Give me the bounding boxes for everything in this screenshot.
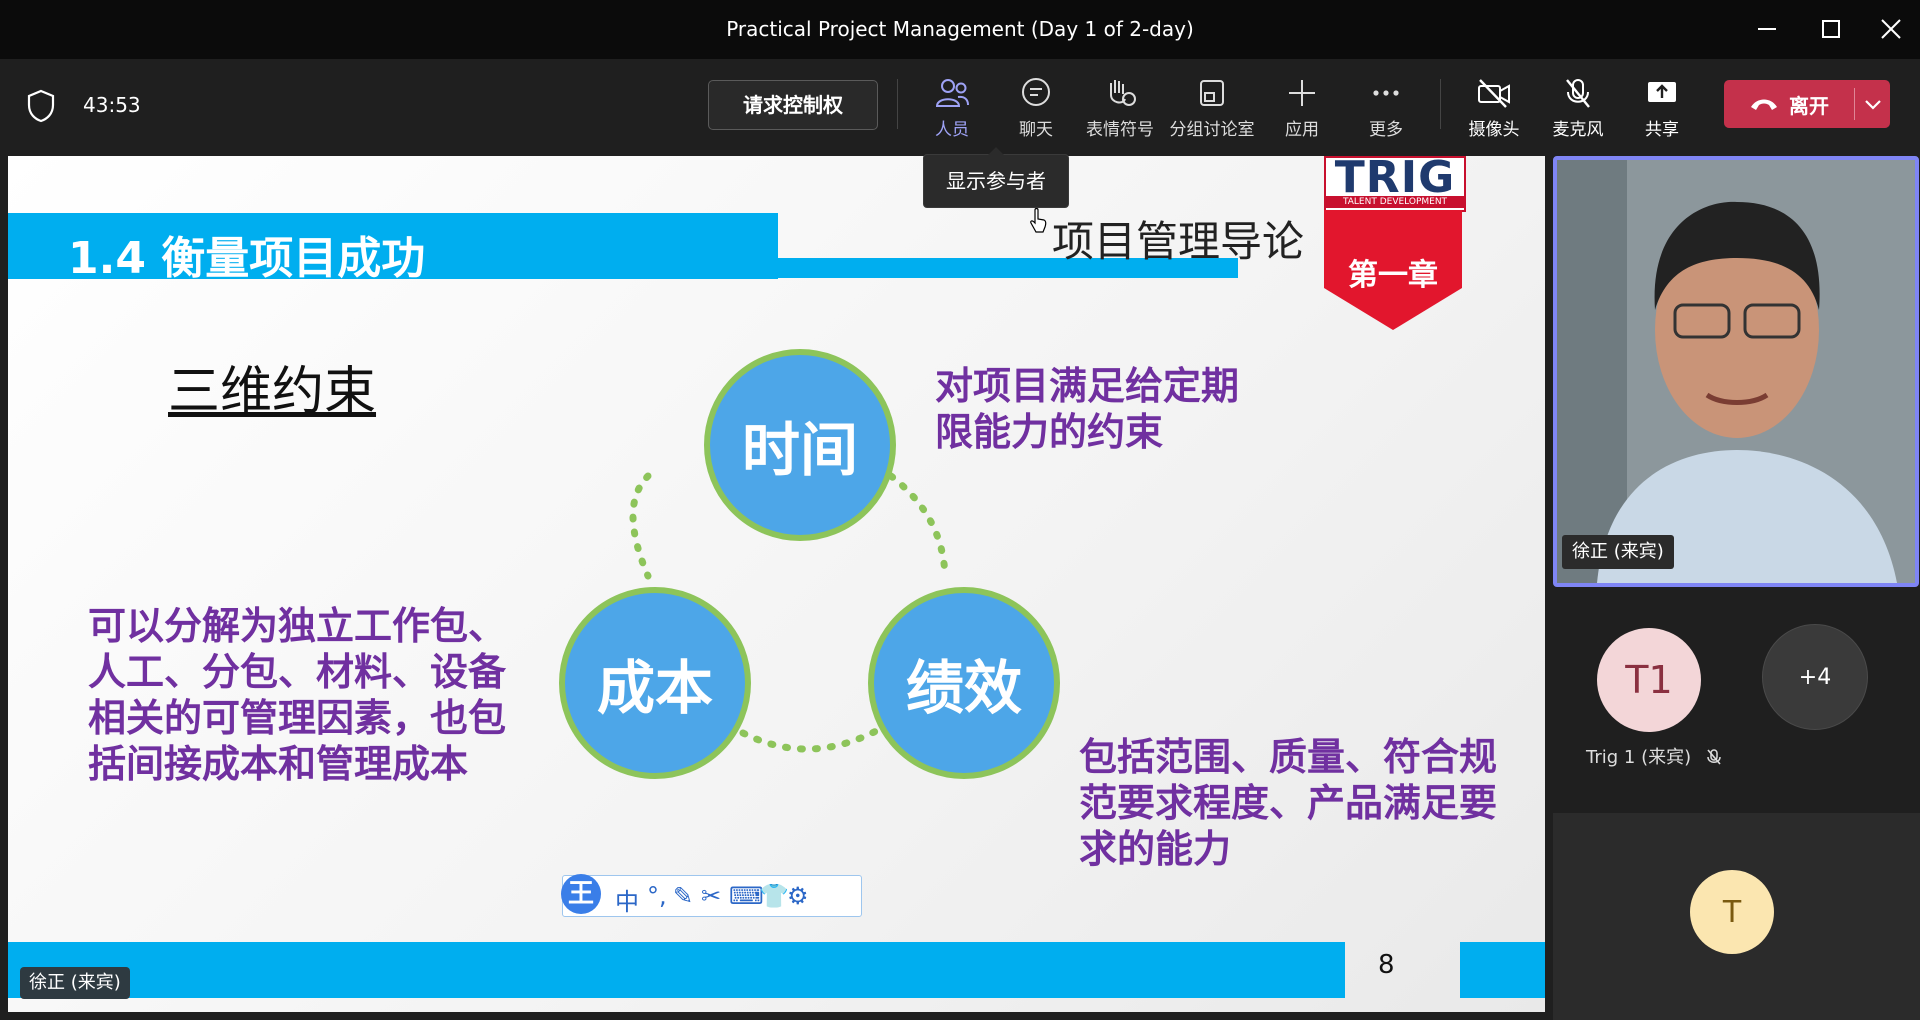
- apps-label: 应用: [1285, 120, 1319, 140]
- ime-scissors-icon[interactable]: ✂: [701, 882, 721, 910]
- participant-name-t1: Trig 1 (来宾): [1586, 743, 1723, 769]
- time-desc-line: 限能力的约束: [935, 410, 1164, 454]
- title-bar: Practical Project Management (Day 1 of 2…: [0, 0, 1920, 59]
- performance-description: 包括范围、质量、符合规 范要求程度、产品满足要 求的能力: [1079, 734, 1497, 872]
- ime-logo[interactable]: 王: [561, 874, 601, 914]
- cost-circle: 成本: [559, 587, 751, 779]
- time-circle: 时间: [704, 349, 896, 541]
- perf-desc-line: 范要求程度、产品满足要: [1079, 781, 1498, 825]
- minimize-icon[interactable]: [1750, 12, 1784, 46]
- maximize-icon[interactable]: [1814, 12, 1848, 46]
- participant-name-label: Trig 1 (来宾): [1586, 747, 1692, 768]
- ime-punctuation-icon[interactable]: °,: [647, 882, 667, 910]
- breakout-rooms-icon: [1200, 80, 1224, 106]
- chat-icon: [1022, 78, 1050, 106]
- cost-desc-line: 括间接成本和管理成本: [88, 742, 469, 786]
- cost-desc-line: 可以分解为独立工作包、: [88, 604, 507, 648]
- muted-mic-icon: [1707, 749, 1721, 765]
- mic-label: 麦克风: [1552, 120, 1604, 140]
- leave-main: 离开: [1724, 80, 1854, 128]
- chat-label: 聊天: [1019, 120, 1053, 140]
- camera-button[interactable]: 摄像头: [1452, 71, 1536, 141]
- apps-button[interactable]: 应用: [1260, 71, 1344, 141]
- camera-off-icon: [1478, 79, 1510, 108]
- share-button[interactable]: 共享: [1620, 71, 1704, 141]
- performance-circle: 绩效: [868, 587, 1060, 779]
- breakout-rooms-button[interactable]: 分组讨论室: [1169, 71, 1255, 141]
- time-description: 对项目满足给定期 限能力的约束: [935, 363, 1239, 455]
- participant-video-name: 徐正 (来宾): [1562, 535, 1674, 569]
- hand-cursor-icon: [1030, 208, 1047, 233]
- shield-icon[interactable]: [26, 89, 56, 123]
- participant-video[interactable]: [1553, 156, 1919, 587]
- leave-button[interactable]: 离开: [1724, 80, 1890, 128]
- mic-off-icon: [1566, 79, 1590, 108]
- chat-button[interactable]: 聊天: [994, 71, 1078, 141]
- presenter-name-tag: 徐正 (来宾): [20, 967, 130, 999]
- ime-skin-icon[interactable]: 👕: [759, 882, 789, 910]
- link-time-performance: [887, 472, 949, 580]
- cost-desc-line: 人工、分包、材料、设备: [88, 650, 507, 694]
- leave-divider: [1854, 88, 1855, 120]
- ime-settings-icon[interactable]: ⚙: [787, 882, 809, 910]
- ime-handwriting-icon[interactable]: ✎: [673, 882, 693, 910]
- leave-label: 离开: [1789, 93, 1829, 118]
- hang-up-icon: [1751, 99, 1777, 110]
- more-icon: [1373, 90, 1399, 96]
- more-participants-button[interactable]: +4: [1762, 624, 1868, 730]
- toolbar-divider: [1440, 79, 1441, 129]
- time-desc-line: 对项目满足给定期: [935, 364, 1240, 408]
- link-time-cost: [629, 472, 652, 580]
- more-button[interactable]: 更多: [1344, 71, 1428, 141]
- share-label: 共享: [1645, 120, 1679, 140]
- share-screen-icon: [1648, 82, 1676, 102]
- participant-avatar-t1[interactable]: T1: [1597, 628, 1701, 732]
- reactions-button[interactable]: 表情符号: [1078, 71, 1162, 141]
- window-title: Practical Project Management (Day 1 of 2…: [726, 17, 1194, 41]
- cost-desc-line: 相关的可管理因素，也包: [88, 696, 507, 740]
- people-tooltip: 显示参与者: [923, 147, 1069, 208]
- ime-language-toggle[interactable]: 中: [615, 882, 639, 917]
- people-button[interactable]: 人员: [910, 71, 994, 141]
- ime-toolbar[interactable]: 王 中 °, ✎ ✂ ⌨ 👕 ⚙: [561, 874, 862, 917]
- reactions-icon: [1110, 80, 1136, 106]
- request-control-button[interactable]: 请求控制权: [708, 80, 878, 130]
- participant-avatar-t[interactable]: T: [1690, 870, 1774, 954]
- slide-page-number: 8: [1378, 950, 1395, 980]
- shared-slide: 1.4 衡量项目成功 项目管理导论 TRIG TALENT DEVELOPMEN…: [8, 156, 1545, 1012]
- add-apps-icon: [1289, 80, 1315, 106]
- people-label: 人员: [935, 120, 969, 140]
- people-icon: [935, 79, 969, 107]
- footer-banner-end: [1460, 942, 1545, 998]
- reactions-label: 表情符号: [1086, 120, 1154, 140]
- participant-video-frame: [1557, 160, 1915, 583]
- camera-label: 摄像头: [1468, 120, 1520, 140]
- more-label: 更多: [1369, 120, 1403, 140]
- footer-banner: [8, 942, 1345, 998]
- link-cost-performance: [739, 727, 880, 753]
- close-icon[interactable]: [1874, 12, 1908, 46]
- meeting-toolbar: 43:53 请求控制权 人员 聊天 表情符号 分组讨论室 应用 更多 摄像头 麦…: [0, 59, 1920, 150]
- meeting-timer: 43:53: [83, 93, 141, 117]
- chevron-down-icon[interactable]: [1862, 92, 1884, 116]
- perf-desc-line: 求的能力: [1079, 827, 1232, 871]
- perf-desc-line: 包括范围、质量、符合规: [1079, 735, 1498, 779]
- cost-description: 可以分解为独立工作包、 人工、分包、材料、设备 相关的可管理因素，也包 括间接成…: [88, 603, 506, 787]
- breakout-rooms-label: 分组讨论室: [1169, 120, 1255, 140]
- mic-button[interactable]: 麦克风: [1536, 71, 1620, 141]
- toolbar-divider: [897, 79, 898, 129]
